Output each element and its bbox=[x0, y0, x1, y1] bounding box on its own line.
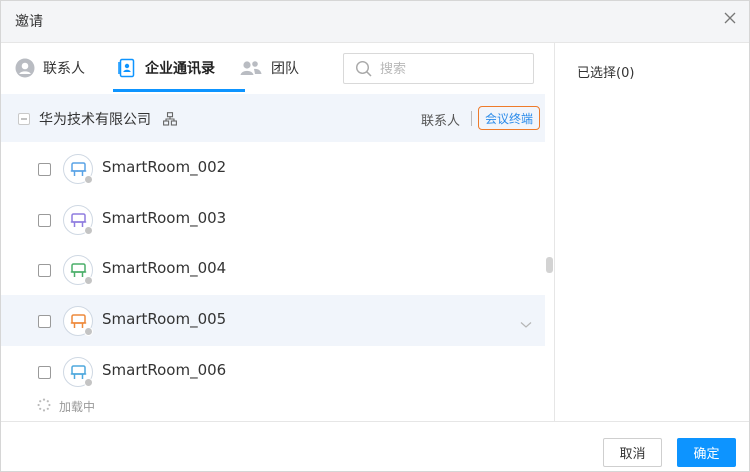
row-checkbox[interactable] bbox=[38, 366, 51, 379]
organization-name: 华为技术有限公司 bbox=[39, 112, 151, 128]
team-icon bbox=[239, 58, 263, 78]
user-circle-icon bbox=[15, 58, 35, 78]
dialog-footer: 取消 确定 bbox=[1, 421, 749, 471]
loading-text: 加载中 bbox=[59, 400, 96, 414]
selected-panel: 已选择(0) bbox=[555, 43, 749, 421]
chevron-down-icon[interactable] bbox=[520, 314, 532, 333]
loading-indicator: 加载中 bbox=[37, 398, 95, 415]
offline-status-dot bbox=[84, 276, 93, 285]
tab-enterprise-directory-label: 企业通讯录 bbox=[145, 61, 215, 77]
tab-contacts-label: 联系人 bbox=[43, 61, 85, 77]
close-icon[interactable] bbox=[719, 7, 741, 29]
organization-header: 华为技术有限公司 联系人 会议终端 bbox=[1, 94, 545, 142]
device-name: SmartRoom_004 bbox=[102, 259, 227, 277]
device-name: SmartRoom_005 bbox=[102, 310, 227, 328]
tab-team-label: 团队 bbox=[271, 61, 299, 77]
contacts-filter-link[interactable]: 联系人 bbox=[421, 110, 460, 129]
offline-status-dot bbox=[84, 175, 93, 184]
device-name: SmartRoom_003 bbox=[102, 209, 227, 227]
tab-team[interactable]: 团队 bbox=[239, 43, 299, 93]
tab-enterprise-directory[interactable]: 企业通讯录 bbox=[117, 43, 215, 93]
selected-count-label: 已选择(0) bbox=[577, 66, 635, 81]
list-item[interactable]: SmartRoom_006 bbox=[1, 346, 545, 397]
row-checkbox[interactable] bbox=[38, 214, 51, 227]
list-item[interactable]: SmartRoom_002 bbox=[1, 143, 545, 194]
cancel-button[interactable]: 取消 bbox=[603, 438, 662, 467]
confirm-button[interactable]: 确定 bbox=[677, 438, 736, 467]
conference-terminal-filter-link[interactable]: 会议终端 bbox=[478, 106, 541, 130]
dialog-titlebar: 邀请 bbox=[1, 1, 749, 43]
select-all-checkbox[interactable] bbox=[18, 113, 30, 125]
source-tabs: 联系人 企业通讯录 团队 bbox=[1, 43, 555, 93]
offline-status-dot bbox=[84, 327, 93, 336]
org-structure-icon[interactable] bbox=[163, 111, 177, 130]
loading-spinner-icon bbox=[37, 398, 51, 415]
offline-status-dot bbox=[84, 226, 93, 235]
list-item[interactable]: SmartRoom_004 bbox=[1, 244, 545, 295]
filter-divider bbox=[471, 111, 472, 126]
list-item[interactable]: SmartRoom_005 bbox=[1, 295, 545, 346]
row-checkbox[interactable] bbox=[38, 163, 51, 176]
search-icon bbox=[355, 60, 373, 82]
offline-status-dot bbox=[84, 378, 93, 387]
device-name: SmartRoom_006 bbox=[102, 361, 227, 379]
search-box[interactable] bbox=[343, 53, 534, 84]
device-name: SmartRoom_002 bbox=[102, 158, 227, 176]
row-checkbox[interactable] bbox=[38, 315, 51, 328]
tab-contacts[interactable]: 联系人 bbox=[15, 43, 85, 93]
search-input[interactable] bbox=[380, 59, 525, 79]
active-tab-indicator bbox=[113, 89, 245, 92]
list-scrollbar-thumb[interactable] bbox=[546, 257, 553, 273]
row-checkbox[interactable] bbox=[38, 264, 51, 277]
invite-dialog: 邀请 联系人 企业通讯录 团队 搜索 华为技术有限公司 联系人 会议终端 Sma… bbox=[0, 0, 750, 472]
list-item[interactable]: SmartRoom_003 bbox=[1, 194, 545, 245]
left-panel: 联系人 企业通讯录 团队 搜索 华为技术有限公司 联系人 会议终端 SmartR… bbox=[1, 43, 555, 421]
address-book-icon bbox=[117, 58, 137, 78]
dialog-title: 邀请 bbox=[15, 14, 43, 30]
